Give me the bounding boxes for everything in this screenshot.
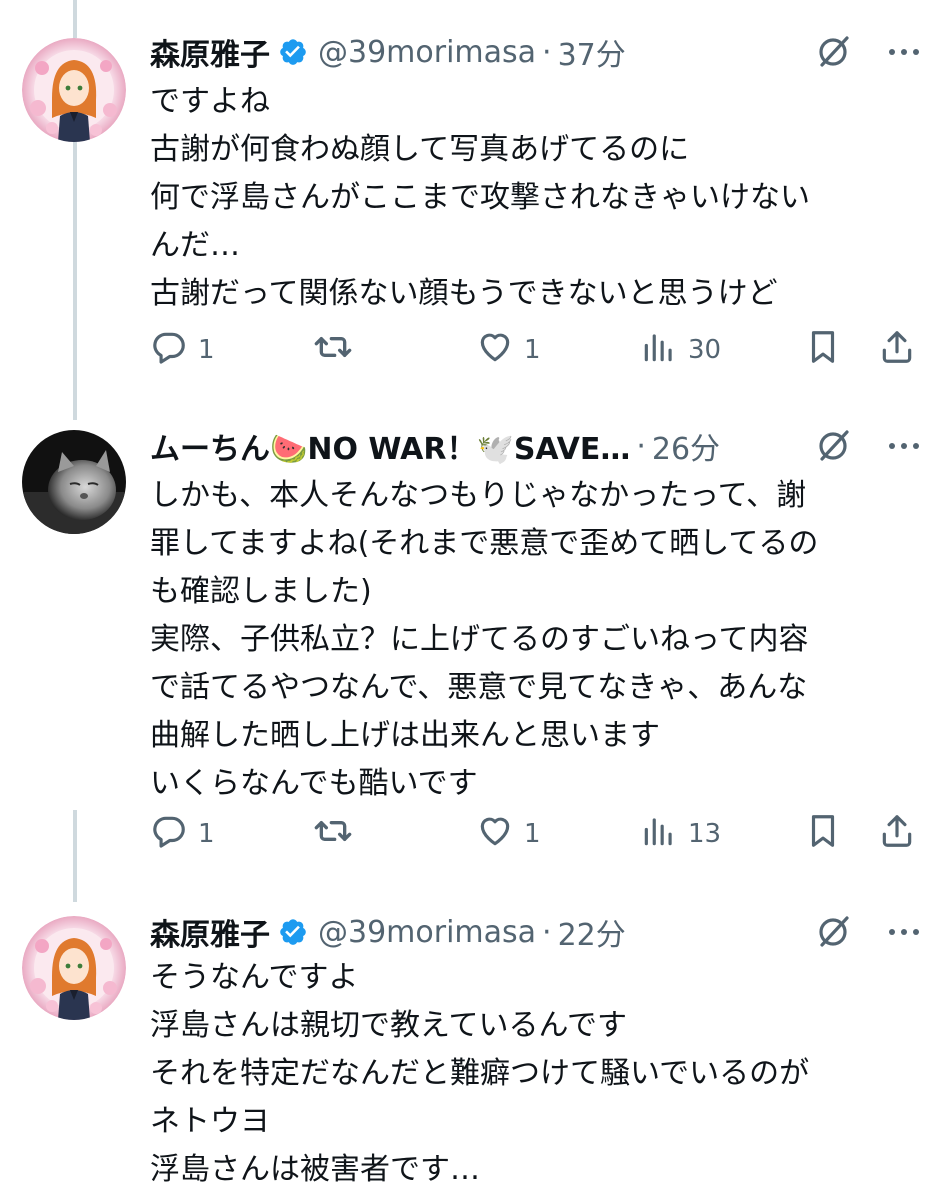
reply-button[interactable]: 1	[150, 814, 215, 854]
tweet-text-line: 浮島さんは被害者です…	[150, 1152, 480, 1187]
view-count: 13	[688, 819, 722, 849]
tweet-header: ムーちん🍉NO WAR！🕊️SAVE… · 26分	[150, 424, 924, 468]
reply-count: 1	[198, 819, 215, 849]
tweet-text-line: 何で浮島さんがここまで攻撃されなきゃいけない	[150, 180, 810, 215]
more-icon[interactable]	[884, 32, 924, 72]
reply-icon	[150, 328, 188, 373]
retweet-icon	[313, 327, 353, 374]
retweet-icon	[313, 811, 353, 858]
like-button[interactable]: 1	[476, 330, 541, 370]
tweet-text: そうなんですよ 浮島さんは親切で教えているんです それを特定だなんだと難癖つけて…	[150, 954, 924, 1194]
views-icon	[640, 328, 678, 373]
display-name[interactable]: 森原雅子	[150, 30, 270, 74]
tweet-text-line: 実際、子供私立？に上げてるのすごいねって内容	[150, 622, 809, 657]
tweet-text-line: 古謝が何食わぬ顔して写真あげてるのに	[150, 132, 690, 167]
tweet-text: しかも、本人そんなつもりじゃなかったって、謝 罪してますよね(それまで悪意で歪め…	[150, 472, 924, 808]
avatar[interactable]	[22, 430, 126, 534]
tweet-text-line: 古謝だって関係ない顔もうできないと思うけど	[150, 276, 778, 311]
like-count: 1	[524, 335, 541, 365]
separator-dot: ·	[636, 428, 646, 464]
grok-icon[interactable]	[814, 32, 854, 72]
share-button[interactable]	[878, 814, 916, 854]
tweet-text-line: んだ…	[150, 228, 240, 263]
views-button[interactable]: 30	[640, 330, 721, 370]
views-button[interactable]: 13	[640, 814, 721, 854]
handle[interactable]: @39morimasa	[318, 35, 536, 70]
tweet-text-line: いくらなんでも酷いです	[150, 766, 478, 801]
share-button[interactable]	[878, 330, 916, 370]
tweet-text-line: それを特定だなんだと難癖つけて騒いでいるのが	[150, 1056, 810, 1091]
more-icon[interactable]	[884, 426, 924, 466]
reply-icon	[150, 812, 188, 857]
tweet-header: 森原雅子 @39morimasa · 37分	[150, 30, 924, 74]
action-bar: 1 1 30	[150, 330, 924, 370]
tweet-text-line: も確認しました)	[150, 574, 372, 609]
like-button[interactable]: 1	[476, 814, 541, 854]
tweet[interactable]: 森原雅子 @39morimasa · 37分 ですよね 古謝が何食わぬ顔して写真…	[0, 0, 944, 400]
display-name[interactable]: 森原雅子	[150, 910, 270, 954]
tweet[interactable]: 森原雅子 @39morimasa · 22分 そうなんですよ 浮島さんは親切で教…	[0, 880, 944, 1199]
bookmark-button[interactable]	[804, 814, 842, 854]
tweet-text: ですよね 古謝が何食わぬ顔して写真あげてるのに 何で浮島さんがここまで攻撃されな…	[150, 78, 924, 318]
separator-dot: ·	[542, 34, 552, 70]
tweet-text-line: しかも、本人そんなつもりじゃなかったって、謝	[150, 478, 807, 513]
bookmark-button[interactable]	[804, 330, 842, 370]
retweet-button[interactable]	[313, 330, 353, 370]
more-icon[interactable]	[884, 912, 924, 952]
tweet[interactable]: ムーちん🍉NO WAR！🕊️SAVE… · 26分 しかも、本人そんなつもりじゃ…	[0, 400, 944, 880]
views-icon	[640, 812, 678, 857]
view-count: 30	[688, 335, 722, 365]
verified-badge-icon	[278, 37, 308, 67]
tweet-text-line: 罪してますよね(それまで悪意で歪めて晒してるの	[150, 526, 819, 561]
handle[interactable]: @39morimasa	[318, 915, 536, 950]
grok-icon[interactable]	[814, 426, 854, 466]
reply-button[interactable]: 1	[150, 330, 215, 370]
like-count: 1	[524, 819, 541, 849]
verified-badge-icon	[278, 917, 308, 947]
tweet-text-line: ネトウヨ	[150, 1104, 270, 1139]
avatar[interactable]	[22, 38, 126, 142]
tweet-text-line: 曲解した晒し上げは出来んと思います	[150, 718, 660, 753]
timestamp[interactable]: 22分	[558, 910, 626, 954]
retweet-button[interactable]	[313, 814, 353, 854]
tweet-text-line: 浮島さんは親切で教えているんです	[150, 1008, 627, 1043]
action-bar: 1 1 13	[150, 814, 924, 854]
bookmark-icon	[804, 328, 842, 373]
timestamp[interactable]: 26分	[652, 424, 720, 468]
tweet-text-line: そうなんですよ	[150, 960, 359, 995]
separator-dot: ·	[542, 914, 552, 950]
like-icon	[476, 812, 514, 857]
grok-icon[interactable]	[814, 912, 854, 952]
tweet-header: 森原雅子 @39morimasa · 22分	[150, 910, 924, 954]
tweet-text-line: で話てるやつなんで、悪意で見てなきゃ、あんな	[150, 670, 808, 705]
reply-count: 1	[198, 335, 215, 365]
timestamp[interactable]: 37分	[558, 30, 626, 74]
avatar[interactable]	[22, 916, 126, 1020]
display-name[interactable]: ムーちん🍉NO WAR！🕊️SAVE…	[150, 424, 630, 468]
bookmark-icon	[804, 812, 842, 857]
tweet-text-line: ですよね	[150, 84, 270, 119]
like-icon	[476, 328, 514, 373]
share-icon	[878, 328, 916, 373]
share-icon	[878, 812, 916, 857]
